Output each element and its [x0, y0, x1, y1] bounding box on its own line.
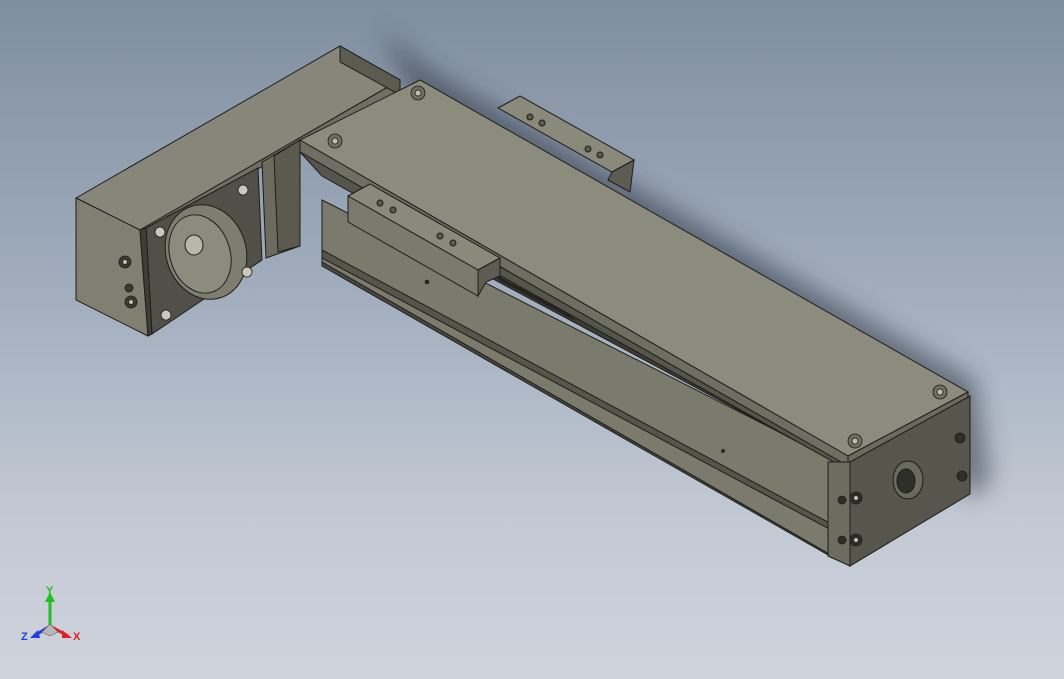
- triad-origin-icon: [41, 623, 59, 637]
- end-bore-icon: [892, 460, 924, 500]
- coordinate-triad[interactable]: Y Z X: [18, 584, 88, 654]
- linear-actuator-model[interactable]: [0, 0, 1064, 679]
- graphics-viewport[interactable]: Y Z X: [0, 0, 1064, 679]
- triad-x-label: X: [73, 631, 81, 643]
- body-marker-hole: [721, 449, 725, 453]
- triad-y-label: Y: [46, 585, 54, 597]
- triad-z-label: Z: [21, 631, 28, 643]
- triad-y-axis-icon: [45, 592, 55, 626]
